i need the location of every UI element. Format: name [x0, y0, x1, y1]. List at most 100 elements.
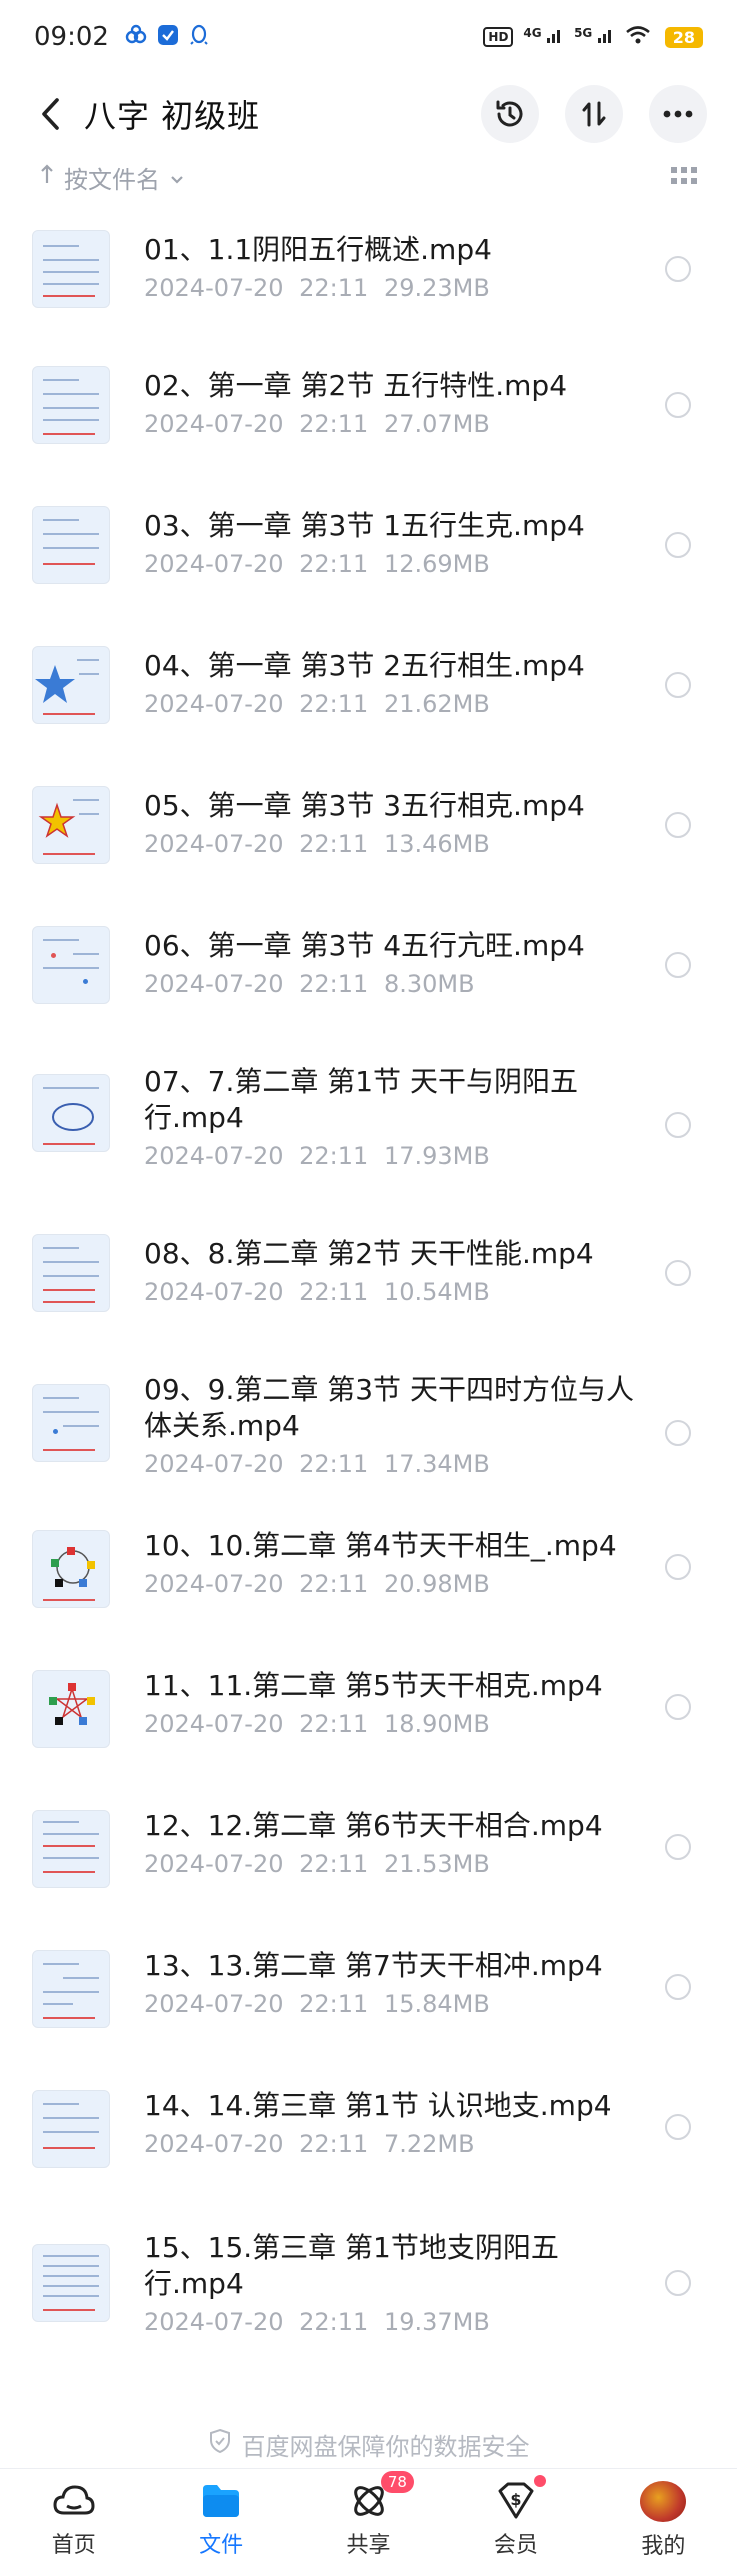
file-row[interactable]: 10、10.第二章 第4节天干相生_.mp4 2024-07-20 22:11 …	[0, 1504, 737, 1644]
file-size: 27.07MB	[383, 410, 490, 438]
select-radio[interactable]	[665, 256, 691, 282]
file-name: 02、第一章 第2节 五行特性.mp4	[144, 369, 568, 402]
file-name: 03、第一章 第3节 1五行生克.mp4	[144, 509, 585, 542]
select-radio[interactable]	[665, 1974, 691, 2000]
file-meta: 2024-07-20 22:11 21.53MB	[144, 1850, 647, 1878]
file-row[interactable]: 15、15.第三章 第1节地支阴阳五行.mp4 2024-07-20 22:11…	[0, 2204, 737, 2374]
nav-files-label: 文件	[199, 2533, 244, 2558]
back-arrow-icon	[42, 98, 59, 130]
nav-files[interactable]: 文件	[147, 2469, 294, 2560]
battery-indicator: 28	[664, 26, 703, 48]
file-date: 2024-07-20	[144, 1278, 284, 1306]
select-radio[interactable]	[665, 1260, 691, 1286]
file-meta: 2024-07-20 22:11 21.62MB	[144, 690, 647, 718]
video-thumbnail	[32, 366, 110, 444]
file-text: 07、7.第二章 第1节 天干与阴阳五行.mp4 2024-07-20 22:1…	[144, 1064, 647, 1170]
file-text: 06、第一章 第3节 4五行亢旺.mp4 2024-07-20 22:11 8.…	[144, 928, 647, 998]
select-radio[interactable]	[665, 1420, 691, 1446]
file-size: 7.22MB	[383, 2130, 475, 2158]
cloud-home-icon	[53, 2485, 95, 2515]
video-thumbnail	[32, 230, 110, 308]
select-radio[interactable]	[665, 1112, 691, 1138]
sort-label[interactable]: 按文件名	[64, 160, 160, 195]
file-meta: 2024-07-20 22:11 19.37MB	[144, 2308, 647, 2336]
file-name: 01、1.1阴阳五行概述.mp4	[144, 233, 492, 266]
file-row[interactable]: 01、1.1阴阳五行概述.mp4 2024-07-20 22:11 29.23M…	[0, 200, 737, 340]
video-thumbnail	[32, 1234, 110, 1312]
file-row[interactable]: 09、9.第二章 第3节 天干四时方位与人体关系.mp4 2024-07-20 …	[0, 1350, 737, 1504]
video-thumbnail	[32, 2090, 110, 2168]
select-radio[interactable]	[665, 672, 691, 698]
file-date: 2024-07-20	[144, 1570, 284, 1598]
file-name: 04、第一章 第3节 2五行相生.mp4	[144, 649, 585, 682]
file-row[interactable]: 07、7.第二章 第1节 天干与阴阳五行.mp4 2024-07-20 22:1…	[0, 1040, 737, 1212]
chevron-down-icon[interactable]	[170, 163, 184, 191]
select-radio[interactable]	[665, 1834, 691, 1860]
file-row[interactable]: 02、第一章 第2节 五行特性.mp4 2024-07-20 22:11 27.…	[0, 340, 737, 480]
nav-share[interactable]: 78 共享	[295, 2469, 442, 2560]
video-thumbnail	[32, 1950, 110, 2028]
file-time: 22:11	[299, 1278, 369, 1306]
select-radio[interactable]	[665, 1554, 691, 1580]
file-row[interactable]: 12、12.第二章 第6节天干相合.mp4 2024-07-20 22:11 2…	[0, 1784, 737, 1924]
file-name: 14、14.第三章 第1节 认识地支.mp4	[144, 2089, 612, 2122]
video-thumbnail	[32, 1074, 110, 1152]
nav-mine-label: 我的	[641, 2534, 686, 2559]
header-bar: 八字 初级班	[0, 74, 737, 154]
file-date: 2024-07-20	[144, 830, 284, 858]
file-name: 12、12.第二章 第6节天干相合.mp4	[144, 1809, 603, 1842]
file-date: 2024-07-20	[144, 1990, 284, 2018]
video-thumbnail	[32, 1670, 110, 1748]
file-row[interactable]: 04、第一章 第3节 2五行相生.mp4 2024-07-20 22:11 21…	[0, 620, 737, 760]
nav-home[interactable]: 首页	[0, 2469, 147, 2560]
file-row[interactable]: 14、14.第三章 第1节 认识地支.mp4 2024-07-20 22:11 …	[0, 2064, 737, 2204]
security-note-text: 百度网盘保障你的数据安全	[241, 2432, 530, 2461]
file-row[interactable]: 05、第一章 第3节 3五行相克.mp4 2024-07-20 22:11 13…	[0, 760, 737, 900]
file-row[interactable]: 08、8.第二章 第2节 天干性能.mp4 2024-07-20 22:11 1…	[0, 1212, 737, 1350]
share-badge: 78	[380, 2471, 414, 2493]
file-row[interactable]: 06、第一章 第3节 4五行亢旺.mp4 2024-07-20 22:11 8.…	[0, 900, 737, 1040]
grid-icon	[671, 167, 697, 184]
grid-view-toggle[interactable]	[671, 163, 697, 191]
select-radio[interactable]	[665, 952, 691, 978]
file-text: 08、8.第二章 第2节 天干性能.mp4 2024-07-20 22:11 1…	[144, 1236, 647, 1306]
video-thumbnail	[32, 2244, 110, 2322]
history-button[interactable]	[481, 85, 539, 143]
file-size: 13.46MB	[383, 830, 490, 858]
file-row[interactable]: 03、第一章 第3节 1五行生克.mp4 2024-07-20 22:11 12…	[0, 480, 737, 620]
file-row[interactable]: 11、11.第二章 第5节天干相克.mp4 2024-07-20 22:11 1…	[0, 1644, 737, 1784]
file-text: 14、14.第三章 第1节 认识地支.mp4 2024-07-20 22:11 …	[144, 2088, 647, 2158]
file-row[interactable]: 13、13.第二章 第7节天干相冲.mp4 2024-07-20 22:11 1…	[0, 1924, 737, 2064]
select-radio[interactable]	[665, 532, 691, 558]
select-radio[interactable]	[665, 812, 691, 838]
video-thumbnail	[32, 646, 110, 724]
select-radio[interactable]	[665, 392, 691, 418]
select-radio[interactable]	[665, 2114, 691, 2140]
nav-member-label: 会员	[493, 2533, 538, 2558]
back-button[interactable]	[30, 94, 70, 134]
task-app-icon	[157, 24, 179, 50]
file-name: 07、7.第二章 第1节 天干与阴阳五行.mp4	[144, 1065, 578, 1134]
file-meta: 2024-07-20 22:11 17.34MB	[144, 1450, 647, 1478]
nav-member[interactable]: $ 会员	[442, 2469, 589, 2560]
app-notification-icon	[125, 24, 147, 50]
file-date: 2024-07-20	[144, 1850, 284, 1878]
select-radio[interactable]	[665, 2270, 691, 2296]
file-name: 15、15.第三章 第1节地支阴阳五行.mp4	[144, 2231, 559, 2300]
transfer-button[interactable]	[565, 85, 623, 143]
file-size: 21.53MB	[383, 1850, 490, 1878]
nav-mine[interactable]: 我的	[590, 2469, 737, 2560]
file-meta: 2024-07-20 22:11 12.69MB	[144, 550, 647, 578]
file-text: 01、1.1阴阳五行概述.mp4 2024-07-20 22:11 29.23M…	[144, 232, 647, 302]
file-time: 22:11	[299, 690, 369, 718]
signal-5g-icon	[597, 30, 611, 43]
file-date: 2024-07-20	[144, 1710, 284, 1738]
select-radio[interactable]	[665, 1694, 691, 1720]
file-name: 08、8.第二章 第2节 天干性能.mp4	[144, 1237, 594, 1270]
sort-arrow-icon[interactable]	[40, 163, 54, 191]
video-thumbnail	[32, 1810, 110, 1888]
file-time: 22:11	[299, 1990, 369, 2018]
svg-text:$: $	[510, 2490, 521, 2509]
more-options-button[interactable]	[649, 85, 707, 143]
file-date: 2024-07-20	[144, 1450, 284, 1478]
